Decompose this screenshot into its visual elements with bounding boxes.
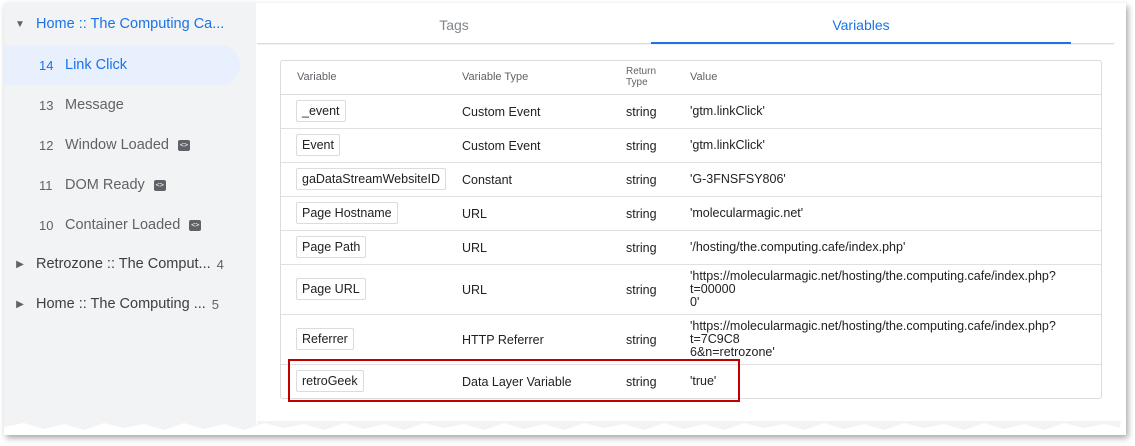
variable-type: URL <box>462 241 488 255</box>
header-return-type: Return Type <box>626 66 656 88</box>
return-type: string <box>626 173 657 187</box>
variable-type: URL <box>462 207 488 221</box>
event-name: DOM Ready <box>65 177 145 193</box>
variable-value: '/hosting/the.computing.cafe/index.php' <box>690 240 906 254</box>
variable-value: 'G-3FNSFSY806' <box>690 172 786 186</box>
return-type: string <box>626 333 657 347</box>
table-row: Page URL URL string 'https://molecularma… <box>281 265 1101 315</box>
return-type: string <box>626 241 657 255</box>
variable-type: Custom Event <box>462 139 541 153</box>
variable-name-chip[interactable]: Page URL <box>296 278 366 300</box>
code-icon: <> <box>153 179 166 191</box>
table-row: Page Path URL string '/hosting/the.compu… <box>281 231 1101 265</box>
code-icon: <> <box>189 219 202 231</box>
container-item-home-open[interactable]: ▼ Home :: The Computing Ca... <box>4 4 250 44</box>
header-variable: Variable <box>297 71 337 83</box>
tab-tags[interactable]: Tags <box>257 3 651 43</box>
variable-name-chip[interactable]: Referrer <box>296 328 354 350</box>
container-title: Home :: The Computing ... <box>36 296 206 312</box>
table-row: Page Hostname URL string 'molecularmagic… <box>281 197 1101 231</box>
event-item-container-loaded[interactable]: 10 Container Loaded <> <box>4 205 240 245</box>
event-item-window-loaded[interactable]: 12 Window Loaded <> <box>4 125 240 165</box>
variable-name-chip[interactable]: Event <box>296 134 340 156</box>
variable-name-chip[interactable]: retroGeek <box>296 370 364 392</box>
main-panel: Tags Variables Variable Variable Type Re… <box>257 3 1126 435</box>
return-type: string <box>626 105 657 119</box>
variable-name-chip[interactable]: gaDataStreamWebsiteID <box>296 168 447 190</box>
header-variable-type: Variable Type <box>462 71 529 83</box>
caret-down-icon[interactable]: ▼ <box>4 19 36 30</box>
return-type: string <box>626 283 657 297</box>
event-number: 14 <box>39 57 54 73</box>
event-name: Window Loaded <box>65 137 169 153</box>
event-number: 13 <box>39 97 54 113</box>
container-title: Retrozone :: The Comput... <box>36 256 211 272</box>
header-return-line2: Type <box>626 77 648 88</box>
return-type: string <box>626 375 657 389</box>
variable-value: 'https://molecularmagic.net/hosting/the.… <box>690 319 1056 359</box>
event-name: Link Click <box>65 57 128 73</box>
variable-type: HTTP Referrer <box>462 333 544 347</box>
variable-name-chip[interactable]: Page Path <box>296 236 367 258</box>
variable-type: Constant <box>462 173 513 187</box>
tab-bar: Tags Variables <box>257 3 1126 44</box>
table-row: Event Custom Event string 'gtm.linkClick… <box>281 129 1101 163</box>
event-number: 12 <box>39 137 54 153</box>
variable-type: URL <box>462 283 488 297</box>
variable-value: 'https://molecularmagic.net/hosting/the.… <box>690 269 1056 309</box>
variable-value: 'gtm.linkClick' <box>690 104 765 118</box>
table-header: Variable Variable Type Return Type Value <box>281 61 1101 95</box>
variable-value: 'true' <box>690 374 717 388</box>
active-tab-indicator <box>651 42 1071 44</box>
return-type: string <box>626 207 657 221</box>
screenshot-frame: ▼ Home :: The Computing Ca... 14 Link Cl… <box>4 3 1126 435</box>
container-item-retrozone[interactable]: ▶ Retrozone :: The Comput... 4 <box>4 244 250 284</box>
caret-right-icon[interactable]: ▶ <box>4 299 36 310</box>
event-item-dom-ready[interactable]: 11 DOM Ready <> <box>4 165 240 205</box>
tab-variables[interactable]: Variables <box>651 3 1071 43</box>
container-count: 4 <box>216 256 224 272</box>
table-row: retroGeek Data Layer Variable string 'tr… <box>281 365 1101 398</box>
code-icon: <> <box>178 139 190 151</box>
table-row: Referrer HTTP Referrer string 'https://m… <box>281 315 1101 365</box>
table-row: _event Custom Event string 'gtm.linkClic… <box>281 95 1101 129</box>
variables-table: Variable Variable Type Return Type Value… <box>280 60 1102 399</box>
sidebar: ▼ Home :: The Computing Ca... 14 Link Cl… <box>4 3 256 435</box>
header-return-line1: Return <box>626 66 657 77</box>
variables-panel: Variable Variable Type Return Type Value… <box>257 45 1126 421</box>
container-item-home[interactable]: ▶ Home :: The Computing ... 5 <box>4 284 250 324</box>
variable-value: 'gtm.linkClick' <box>690 138 765 152</box>
header-value: Value <box>690 71 718 83</box>
variable-name-chip[interactable]: _event <box>296 100 346 122</box>
return-type: string <box>626 139 657 153</box>
variable-name-chip[interactable]: Page Hostname <box>296 202 398 224</box>
event-number: 10 <box>39 217 54 233</box>
event-name: Container Loaded <box>65 217 181 233</box>
caret-right-icon[interactable]: ▶ <box>4 259 36 270</box>
container-title: Home :: The Computing Ca... <box>36 16 225 32</box>
event-item-link-click[interactable]: 14 Link Click <box>4 45 240 85</box>
variable-type: Data Layer Variable <box>462 375 572 389</box>
variable-value: 'molecularmagic.net' <box>690 206 804 220</box>
event-item-message[interactable]: 13 Message <box>4 85 240 125</box>
event-name: Message <box>65 97 124 113</box>
table-row: gaDataStreamWebsiteID Constant string 'G… <box>281 163 1101 197</box>
event-number: 11 <box>39 177 53 193</box>
container-count: 5 <box>211 296 220 312</box>
variable-type: Custom Event <box>462 105 541 119</box>
